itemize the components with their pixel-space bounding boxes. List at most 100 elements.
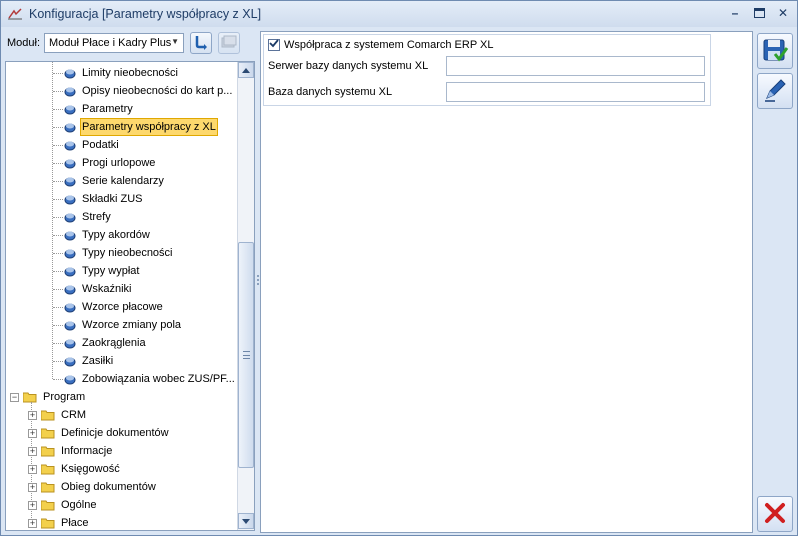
- parameter-book-icon: [64, 121, 76, 133]
- tree-item-label: Limity nieobecności: [82, 67, 178, 79]
- folder-icon: [40, 518, 55, 529]
- tree-item[interactable]: Parametry współpracy z XL: [6, 118, 236, 136]
- folder-icon: [40, 464, 55, 475]
- tree-item-label: Serie kalendarzy: [82, 175, 164, 187]
- tree-item[interactable]: Składki ZUS: [6, 190, 236, 208]
- parameter-book-icon: [64, 337, 76, 349]
- cancel-button[interactable]: [757, 496, 793, 532]
- xl-cooperation-group: Współpraca z systemem Comarch ERP XL Ser…: [263, 34, 711, 106]
- tree-item-label: Wskaźniki: [82, 283, 132, 295]
- tree-folder[interactable]: + Ogólne: [6, 496, 236, 514]
- xl-cooperation-label: Współpraca z systemem Comarch ERP XL: [284, 39, 494, 51]
- scroll-down-button[interactable]: [238, 513, 254, 529]
- tree-folder[interactable]: + Obieg dokumentów: [6, 478, 236, 496]
- scroll-up-button[interactable]: [238, 62, 254, 78]
- parameter-book-icon: [64, 175, 76, 187]
- folder-icon: [40, 446, 55, 457]
- database-label: Baza danych systemu XL: [268, 86, 393, 98]
- module-label: Moduł:: [7, 37, 41, 49]
- expand-icon[interactable]: +: [28, 500, 37, 510]
- save-icon: [761, 36, 789, 67]
- refresh-button[interactable]: [190, 32, 213, 54]
- collapse-icon[interactable]: −: [10, 392, 19, 402]
- scroll-thumb[interactable]: [238, 242, 254, 468]
- parameter-book-icon: [64, 85, 76, 97]
- parameter-book-icon: [64, 319, 76, 331]
- tree-folder-label: Definicje dokumentów: [61, 427, 169, 439]
- database-input[interactable]: [446, 82, 705, 102]
- maximize-button[interactable]: [751, 5, 767, 21]
- tree-item[interactable]: Typy nieobecności: [6, 244, 236, 262]
- tree-item[interactable]: Progi urlopowe: [6, 154, 236, 172]
- expand-icon[interactable]: +: [28, 464, 37, 474]
- tree-item-label: Wzorce zmiany pola: [82, 319, 182, 331]
- edit-button[interactable]: [757, 73, 793, 109]
- tree-item[interactable]: Opisy nieobecności do kart p...: [6, 82, 236, 100]
- tree-folder[interactable]: + Definicje dokumentów: [6, 424, 236, 442]
- module-selected-value: Moduł Płace i Kadry Plus: [49, 37, 172, 49]
- tree-item-label: Typy wypłat: [82, 265, 140, 277]
- parameter-book-icon: [64, 103, 76, 115]
- module-dropdown[interactable]: Moduł Płace i Kadry Plus ▼: [44, 33, 185, 53]
- parameter-book-icon: [64, 283, 76, 295]
- tree-folder[interactable]: + CRM: [6, 406, 236, 424]
- save-button[interactable]: [757, 33, 793, 69]
- expand-icon[interactable]: +: [28, 428, 37, 438]
- tree-item-label: Wzorce płacowe: [82, 301, 163, 313]
- xl-cooperation-checkbox[interactable]: [268, 39, 280, 51]
- tree-scrollbar[interactable]: [237, 62, 254, 530]
- tree-item[interactable]: Zaokrąglenia: [6, 334, 236, 352]
- expand-icon[interactable]: +: [28, 410, 37, 420]
- tree-item[interactable]: Parametry: [6, 100, 236, 118]
- tree-item[interactable]: Zasiłki: [6, 352, 236, 370]
- tree-folder-label: Księgowość: [61, 463, 120, 475]
- cancel-icon: [762, 500, 788, 529]
- tree-root-label: Program: [43, 391, 86, 403]
- tree-folder[interactable]: + Informacje: [6, 442, 236, 460]
- folder-icon: [40, 410, 55, 421]
- tree-view: Limity nieobecności Opisy nieobecności do…: [6, 62, 236, 530]
- scroll-down-arrow-icon: [242, 515, 250, 527]
- folder-icon: [40, 482, 55, 493]
- tree-item[interactable]: Typy akordów: [6, 226, 236, 244]
- tree-folder-label: Ogólne: [61, 499, 97, 511]
- tree-folder[interactable]: + Księgowość: [6, 460, 236, 478]
- copy-icon: [221, 35, 237, 52]
- configuration-window: Konfiguracja [Parametry współpracy z XL]…: [0, 0, 798, 536]
- folder-open-icon: [22, 392, 37, 403]
- parameter-book-icon: [64, 229, 76, 241]
- tree-item-label: Typy nieobecności: [82, 247, 173, 259]
- tree-item[interactable]: Podatki: [6, 136, 236, 154]
- tree-item[interactable]: Serie kalendarzy: [6, 172, 236, 190]
- parameter-book-icon: [64, 373, 76, 385]
- chevron-down-icon: ▼: [171, 37, 180, 46]
- settings-panel: Współpraca z systemem Comarch ERP XL Ser…: [260, 31, 753, 533]
- tree-item[interactable]: Limity nieobecności: [6, 64, 236, 82]
- close-window-button[interactable]: ✕: [775, 5, 791, 21]
- tree-folder-label: Obieg dokumentów: [61, 481, 156, 493]
- tree-item[interactable]: Wskaźniki: [6, 280, 236, 298]
- copy-button[interactable]: [218, 32, 241, 54]
- module-row: Moduł: Moduł Płace i Kadry Plus ▼: [7, 31, 241, 55]
- configuration-tree: Limity nieobecności Opisy nieobecności do…: [5, 61, 255, 531]
- tree-item[interactable]: Strefy: [6, 208, 236, 226]
- expand-icon[interactable]: +: [28, 518, 37, 528]
- tree-folder[interactable]: + Płace: [6, 514, 236, 530]
- database-row: Baza danych systemu XL: [268, 82, 708, 102]
- expand-icon[interactable]: +: [28, 482, 37, 492]
- tree-folder-label: Płace: [61, 517, 89, 529]
- tree-item-label: Opisy nieobecności do kart p...: [82, 85, 233, 97]
- folder-icon: [40, 500, 55, 511]
- minimize-button[interactable]: –: [727, 5, 743, 21]
- expand-icon[interactable]: +: [28, 446, 37, 456]
- server-input[interactable]: [446, 56, 705, 76]
- tree-item[interactable]: Wzorce płacowe: [6, 298, 236, 316]
- left-panel: Moduł: Moduł Płace i Kadry Plus ▼ Limity…: [5, 31, 255, 533]
- tree-root-program[interactable]: − Program: [6, 388, 236, 406]
- tree-item[interactable]: Typy wypłat: [6, 262, 236, 280]
- tree-item-label: Zobowiązania wobec ZUS/PF...: [82, 373, 235, 385]
- app-icon: [7, 7, 25, 21]
- refresh-arrow-icon: [193, 34, 209, 53]
- tree-item[interactable]: Zobowiązania wobec ZUS/PF...: [6, 370, 236, 388]
- tree-item[interactable]: Wzorce zmiany pola: [6, 316, 236, 334]
